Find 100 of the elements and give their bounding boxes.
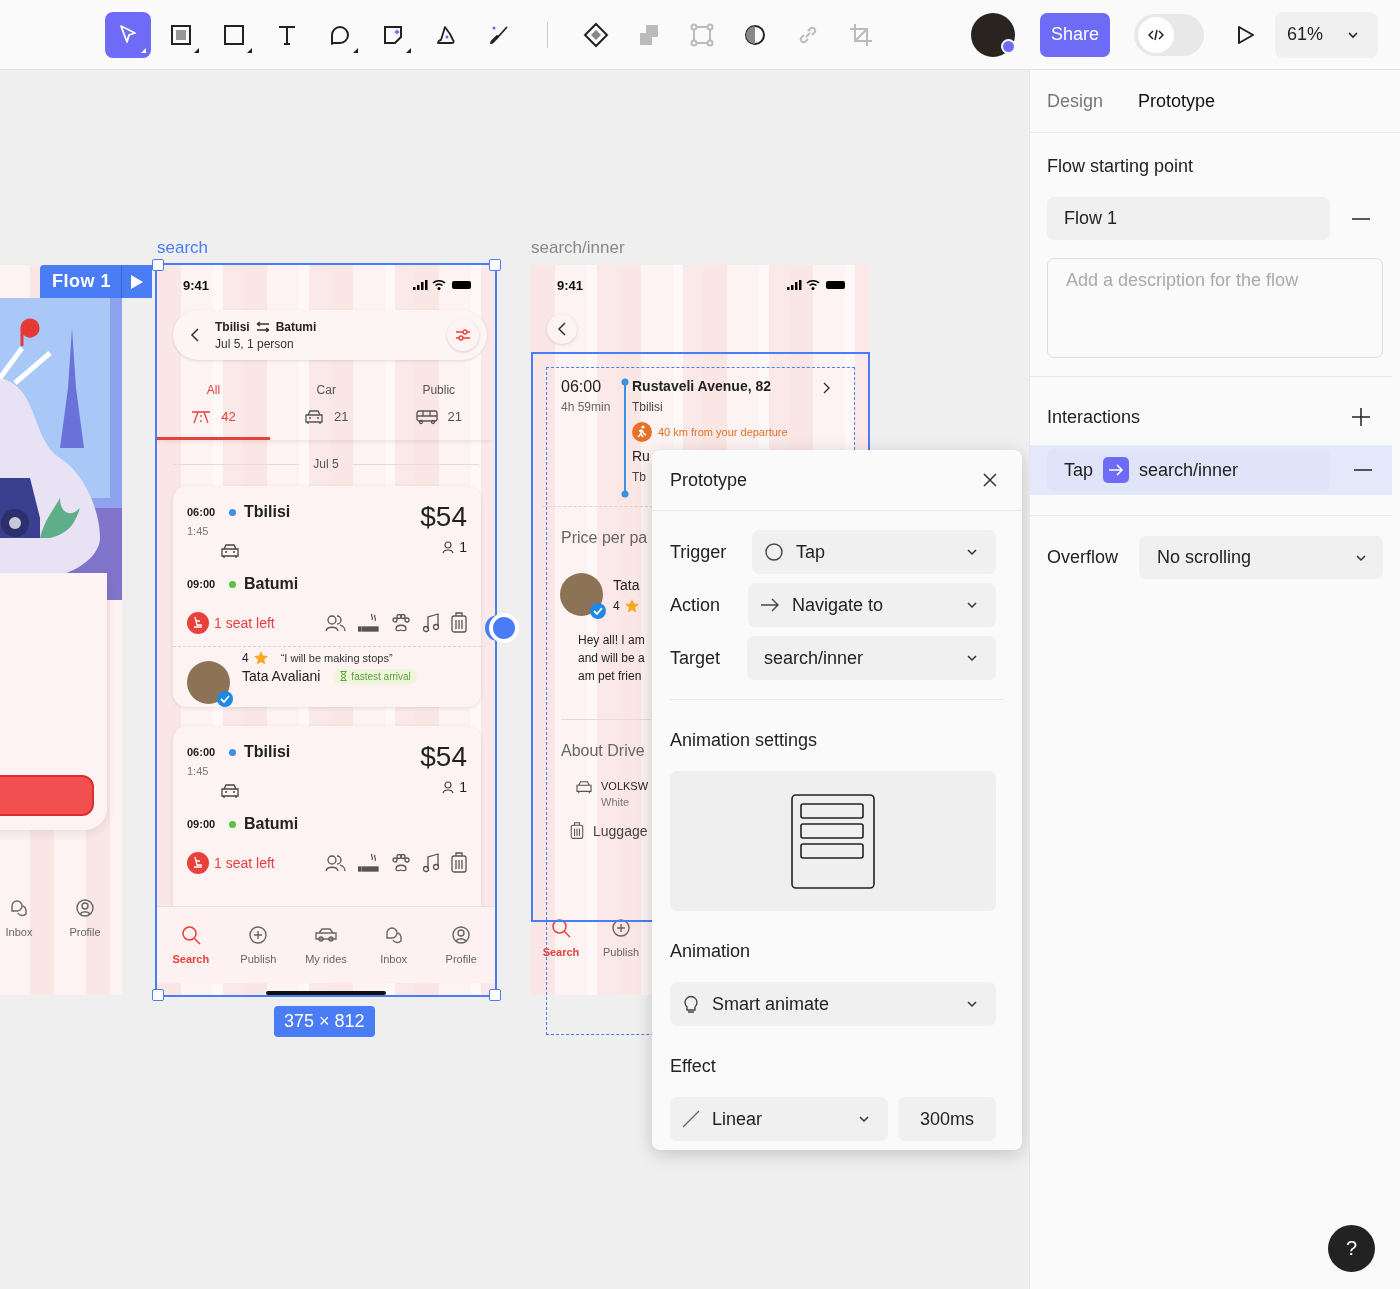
arrival-dot <box>229 820 236 828</box>
hourglass-icon <box>340 671 348 681</box>
dev-mode-toggle[interactable] <box>1134 13 1204 56</box>
submenu-indicator-icon <box>247 47 252 53</box>
filter-button[interactable] <box>447 319 479 351</box>
flow-badge[interactable]: Flow 1 <box>40 265 152 298</box>
nav-tab[interactable]: Inbox <box>0 898 52 938</box>
caret-icon <box>966 652 978 664</box>
arrow-right-icon <box>760 598 780 612</box>
nav-tab[interactable]: My rides <box>292 907 360 983</box>
nav-tab[interactable]: Publish <box>591 900 651 976</box>
music-icon <box>422 613 440 633</box>
nav-tab[interactable]: Profile <box>52 898 118 938</box>
nav-tab[interactable]: Inbox <box>359 907 428 983</box>
panel-tab[interactable]: Prototype <box>1138 90 1216 112</box>
date-divider-label: Jul 5 <box>313 457 339 471</box>
trigger-dropdown[interactable]: Tap <box>752 530 996 574</box>
arrival-city: Batumi <box>244 575 299 593</box>
car-icon <box>220 783 240 799</box>
panel-tab[interactable]: Design <box>1047 90 1104 112</box>
luggage-icon <box>451 852 467 874</box>
profile-icon <box>451 925 472 945</box>
circle-icon <box>764 542 784 562</box>
easing-dropdown[interactable]: Linear <box>670 1097 888 1141</box>
tag-text: fastest arrival <box>351 670 411 682</box>
connection-handle[interactable] <box>489 613 519 643</box>
walking-icon <box>632 422 652 442</box>
ride-card[interactable]: 06:00 Tbilisi 1:45 09:00 Batumi $54 1 1 seat left <box>173 726 481 906</box>
status-icons <box>787 279 847 291</box>
overflow-label: Overflow <box>1047 547 1118 568</box>
back-icon[interactable] <box>189 327 201 343</box>
play-icon[interactable] <box>130 273 144 290</box>
presence-indicator <box>1000 38 1016 54</box>
stop-city: Tbilisi <box>632 400 663 414</box>
caret-icon <box>966 546 978 558</box>
plus-circle-icon <box>248 925 269 945</box>
car-icon <box>220 543 240 559</box>
submenu-indicator-icon <box>194 47 199 53</box>
chevron-right-icon[interactable] <box>822 382 830 394</box>
transport-tab[interactable]: Public 21 <box>382 370 495 440</box>
animation-dropdown[interactable]: Smart animate <box>670 982 996 1026</box>
profile-icon <box>75 898 95 918</box>
field-label: Trigger <box>670 541 727 563</box>
seat-count: 1 <box>459 779 467 795</box>
transport-tab[interactable]: All 42 <box>157 370 270 440</box>
car-icon <box>314 925 338 945</box>
share-button[interactable]: Share <box>1039 12 1110 57</box>
section-heading: About Drive <box>561 742 645 760</box>
target-dropdown[interactable]: search/inner <box>747 636 996 680</box>
flow-name-field[interactable]: Flow 1 <box>1047 197 1330 240</box>
status-time: 9:41 <box>183 277 210 293</box>
trip-details: Jul 5, 1 person <box>215 336 294 351</box>
seats-left-label: 1 seat left <box>214 615 275 631</box>
move-tool[interactable] <box>105 11 151 58</box>
ride-card[interactable]: 06:00 Tbilisi 1:45 09:00 Batumi $54 1 1 seat left 4 “I will be making stops” Tata Avaliani fastest arrival <box>173 486 481 707</box>
arrival-time: 09:00 <box>187 818 217 830</box>
section-heading: Flow starting point <box>1047 156 1194 177</box>
departure-dot <box>229 508 236 516</box>
submenu-indicator-icon <box>141 47 146 53</box>
add-button[interactable] <box>1350 406 1372 428</box>
car-icon <box>575 780 593 794</box>
action-dropdown[interactable]: Navigate to <box>748 583 996 627</box>
car-color: White <box>601 796 630 808</box>
nav-tab[interactable]: Profile <box>427 907 495 983</box>
nav-tab[interactable]: Publish <box>224 907 293 983</box>
help-button[interactable]: ? <box>1328 1225 1375 1272</box>
zoom-dropdown[interactable]: 61% <box>1275 11 1378 58</box>
transport-tab[interactable]: Car 21 <box>270 370 383 440</box>
trip-duration: 1:45 <box>187 525 209 539</box>
nav-tab[interactable]: Search <box>157 907 225 983</box>
chevron-left-icon <box>557 321 567 336</box>
diamond-icon <box>583 21 609 48</box>
resize-handle[interactable] <box>489 259 501 271</box>
duration-field[interactable]: 300ms <box>898 1097 996 1141</box>
interaction-row[interactable]: Tap search/inner <box>1030 445 1392 495</box>
verified-icon <box>217 691 233 707</box>
person-icon <box>442 780 455 794</box>
rectangle-icon <box>222 22 246 47</box>
back-button[interactable] <box>547 313 577 344</box>
trip-duration: 1:45 <box>187 765 209 779</box>
resize-handle[interactable] <box>152 989 164 1001</box>
overflow-dropdown[interactable]: No scrolling <box>1139 536 1383 579</box>
search-summary-bar[interactable]: Tbilisi Batumi Jul 5, 1 person <box>173 310 487 360</box>
luggage-icon <box>451 612 467 634</box>
driver-rating: 4 <box>613 599 620 613</box>
caret-icon <box>858 1113 870 1125</box>
section-heading: Price per pa <box>561 529 648 547</box>
departure-dot <box>229 748 236 756</box>
description-field[interactable]: Add a description for the flow <box>1047 258 1383 358</box>
resize-handle[interactable] <box>489 989 501 1001</box>
resize-handle[interactable] <box>152 259 164 271</box>
paw-icon <box>391 614 411 632</box>
section-heading: Interactions <box>1047 406 1141 428</box>
close-icon <box>982 472 998 488</box>
sliders-icon <box>455 328 471 342</box>
caret-icon <box>966 998 978 1010</box>
nav-tab[interactable]: Search <box>531 900 591 976</box>
paw-icon <box>391 854 411 872</box>
people-icon <box>325 854 347 872</box>
section-heading: Effect <box>670 1056 716 1077</box>
